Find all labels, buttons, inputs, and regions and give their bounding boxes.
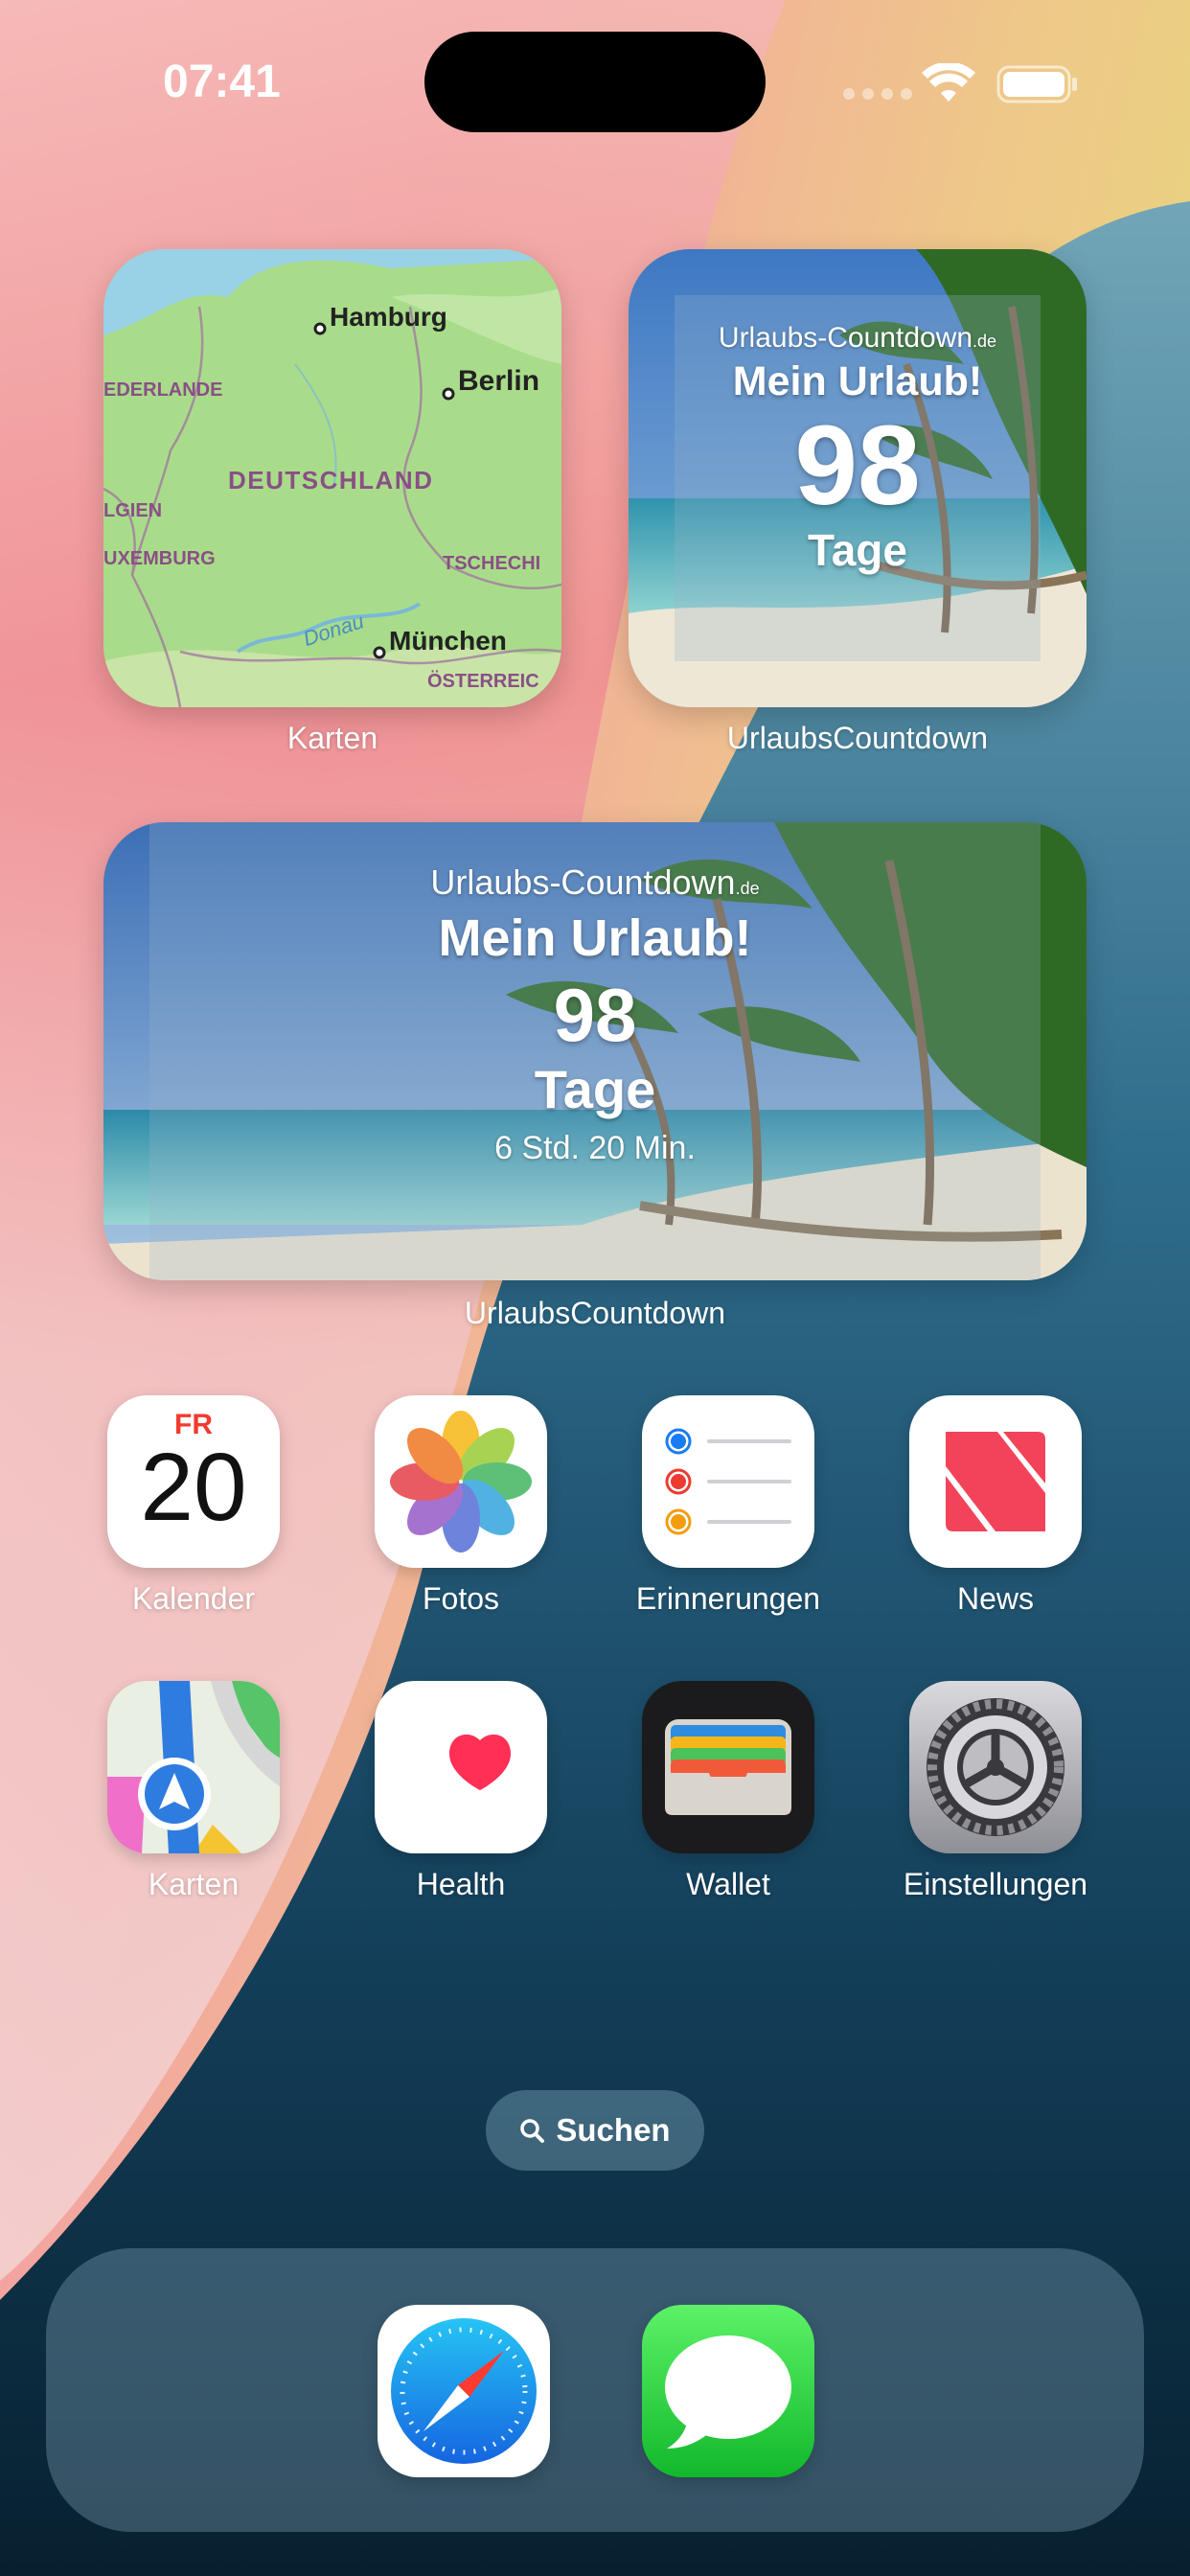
map-label-luxemburg: UXEMBURG: [103, 548, 216, 569]
photos-app-label: Fotos: [422, 1581, 500, 1616]
countdown-title-wide: Mein Urlaub!: [438, 909, 752, 967]
news-app-label: News: [956, 1581, 1034, 1616]
map-label-oesterreich: ÖSTERREIC: [427, 670, 539, 692]
countdown-brand-wide: Urlaubs-Countdown.de: [430, 862, 760, 902]
maps-app[interactable]: [107, 1681, 280, 1853]
map-label-deutschland: DEUTSCHLAND: [228, 466, 433, 494]
dynamic-island: [424, 32, 766, 132]
reminders-app[interactable]: [642, 1395, 814, 1568]
safari-app[interactable]: [378, 2305, 550, 2477]
maps-widget[interactable]: Hamburg Berlin EDERLANDE DEUTSCHLAND LGI…: [103, 249, 561, 707]
countdown-widget-small[interactable]: Urlaubs-Countdown.de Mein Urlaub! 98 Tag…: [629, 249, 1087, 707]
countdown-unit-wide: Tage: [534, 1059, 656, 1119]
calendar-app[interactable]: FR 20: [107, 1395, 280, 1568]
countdown-widget-medium[interactable]: Urlaubs-Countdown.de Mein Urlaub! 98 Tag…: [103, 822, 1087, 1280]
wifi-icon: [922, 63, 975, 102]
news-icon: [946, 1432, 1045, 1531]
heart-icon: [449, 1734, 511, 1790]
battery-icon: [996, 65, 1077, 104]
countdown-days-wide: 98: [553, 973, 637, 1057]
speech-bubble-icon: [665, 2335, 791, 2449]
reminders-list-icon: [665, 1428, 791, 1535]
reminders-app-label: Erinnerungen: [635, 1581, 821, 1616]
map-label-belgien: LGIEN: [103, 500, 162, 521]
photos-flower-icon: [390, 1411, 532, 1552]
search-button[interactable]: Suchen: [486, 2090, 704, 2171]
map-label-niederlande: EDERLANDE: [103, 380, 222, 401]
gear-icon: [927, 1698, 1064, 1836]
health-app-label: Health: [416, 1867, 506, 1901]
countdown-widget-small-label: UrlaubsCountdown: [726, 721, 989, 755]
maps-navigation-icon: [107, 1681, 280, 1853]
messages-app[interactable]: [642, 2305, 814, 2477]
map-image: Hamburg Berlin EDERLANDE DEUTSCHLAND LGI…: [103, 249, 561, 707]
countdown-unit: Tage: [808, 525, 907, 575]
search-label: Suchen: [556, 2112, 671, 2148]
wallet-app-label: Wallet: [686, 1867, 770, 1901]
map-label-tschechien: TSCHECHI: [443, 553, 540, 574]
map-label-hamburg: Hamburg: [330, 302, 447, 332]
countdown-remainder: 6 Std. 20 Min.: [494, 1130, 696, 1166]
calendar-day: 20: [140, 1434, 247, 1541]
dock: [46, 2248, 1144, 2532]
status-time: 07:41: [163, 57, 281, 107]
countdown-title: Mein Urlaub!: [732, 358, 983, 404]
search-icon: [520, 2119, 545, 2143]
news-app[interactable]: [909, 1395, 1082, 1568]
countdown-brand: Urlaubs-Countdown.de: [718, 322, 997, 354]
signal-dots-icon: [843, 88, 912, 100]
settings-app-label: Einstellungen: [903, 1867, 1088, 1901]
calendar-app-label: Kalender: [131, 1581, 256, 1616]
countdown-days: 98: [794, 402, 921, 529]
wallet-cards-icon: [665, 1719, 791, 1815]
wallet-app[interactable]: [642, 1681, 814, 1853]
countdown-widget-medium-label: UrlaubsCountdown: [464, 1296, 726, 1330]
map-label-berlin: Berlin: [458, 365, 539, 397]
photos-app[interactable]: [375, 1395, 547, 1568]
maps-widget-label: Karten: [286, 721, 378, 755]
health-app[interactable]: [375, 1681, 547, 1853]
compass-icon: [391, 2318, 537, 2464]
map-label-muenchen: München: [389, 626, 507, 656]
settings-app[interactable]: [909, 1681, 1082, 1853]
maps-app-label: Karten: [148, 1867, 240, 1901]
